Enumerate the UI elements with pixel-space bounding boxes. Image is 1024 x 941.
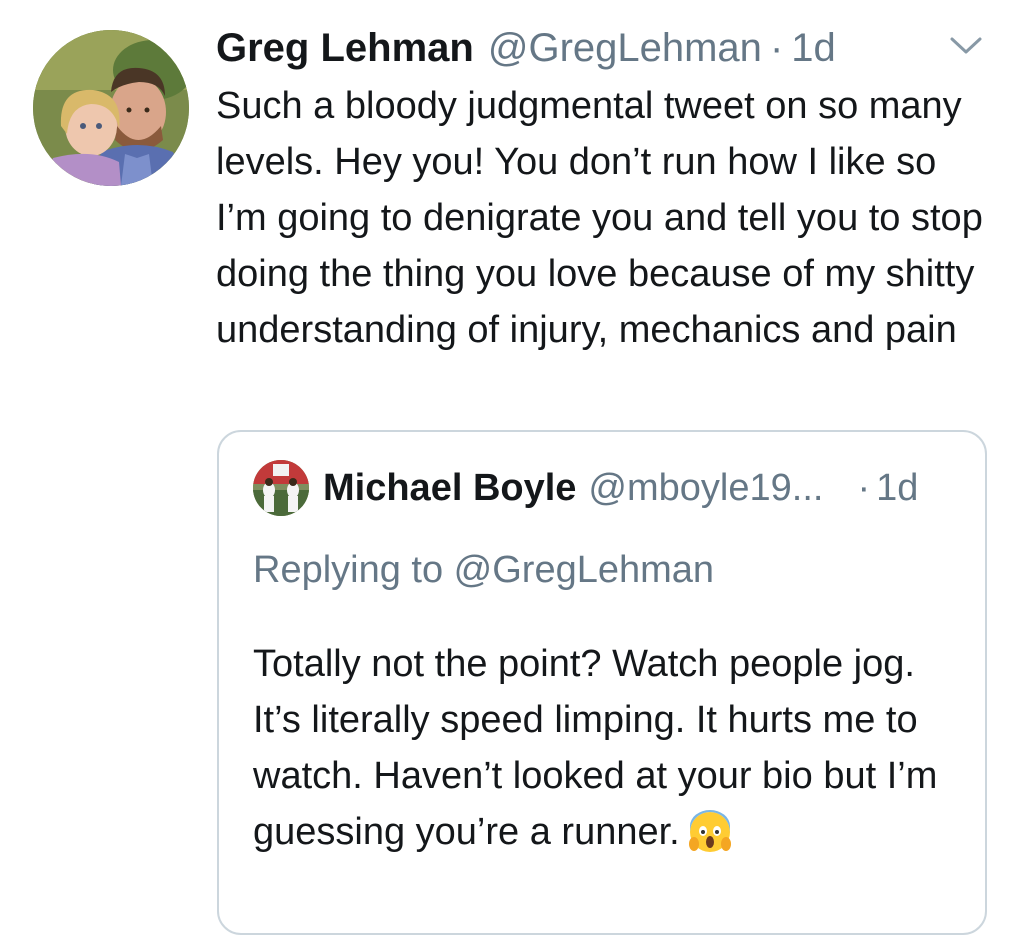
tweet-header: Greg Lehman @GregLehman · 1d bbox=[216, 22, 936, 74]
replying-to: Replying to @GregLehman bbox=[253, 549, 715, 591]
author-handle[interactable]: @GregLehman bbox=[488, 22, 762, 74]
quoted-author-name[interactable]: Michael Boyle bbox=[323, 462, 576, 514]
separator-dot: · bbox=[769, 26, 784, 70]
author-name[interactable]: Greg Lehman bbox=[216, 22, 474, 74]
avatar[interactable] bbox=[33, 30, 189, 186]
timestamp[interactable]: 1d bbox=[791, 22, 836, 74]
quoted-avatar[interactable] bbox=[253, 460, 309, 516]
quoted-timestamp[interactable]: 1d bbox=[876, 462, 918, 514]
chevron-down-icon[interactable] bbox=[944, 30, 988, 60]
quoted-separator-dot: · bbox=[857, 467, 871, 509]
tweet-text: Such a bloody judgmental tweet on so man… bbox=[216, 85, 983, 351]
quoted-tweet-text-block: Totally not the point? Watch people jog.… bbox=[253, 636, 953, 870]
tweet[interactable]: Greg Lehman @GregLehman · 1d Such a bloo… bbox=[0, 0, 1024, 941]
quoted-avatar-photo bbox=[253, 460, 309, 516]
face-screaming-in-fear-icon bbox=[688, 810, 732, 870]
quoted-tweet-text: Totally not the point? Watch people jog.… bbox=[253, 643, 938, 853]
quoted-author-handle[interactable]: @mboyle19... bbox=[588, 462, 823, 514]
avatar-photo bbox=[33, 30, 189, 186]
quoted-tweet-header: Michael Boyle @mboyle19... · 1d bbox=[323, 462, 963, 514]
quoted-tweet[interactable]: Michael Boyle @mboyle19... · 1d Replying… bbox=[217, 430, 987, 935]
